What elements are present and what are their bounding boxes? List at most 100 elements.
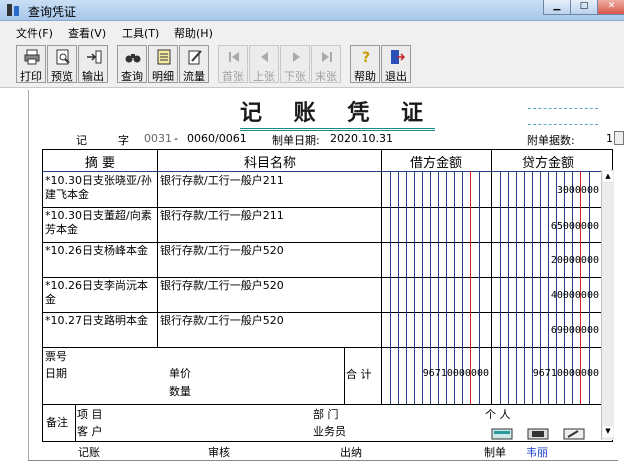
print-label: 打印 bbox=[20, 70, 42, 83]
col-summary: 摘 要 bbox=[84, 156, 116, 171]
row-3-account[interactable]: 银行存款/工行一般户520 bbox=[160, 244, 380, 258]
row-2-credit[interactable]: 65000000 bbox=[493, 221, 599, 232]
printer-icon bbox=[24, 49, 40, 65]
row-2-summary[interactable]: *10.30日支董超/向素芳本金 bbox=[45, 209, 155, 237]
exit-label: 退出 bbox=[385, 70, 407, 83]
query-button[interactable]: 查询 bbox=[117, 45, 147, 83]
card-icon[interactable] bbox=[491, 428, 513, 440]
bottom-rule bbox=[28, 460, 618, 461]
review-label: 审核 bbox=[208, 446, 230, 459]
last-icon bbox=[322, 52, 332, 62]
maximize-icon: □ bbox=[579, 1, 589, 11]
title-bar bbox=[0, 0, 624, 21]
voucher-grid: 摘 要 科目名称 借方金额 贷方金额 *10.30日支张晓亚/孙建飞本金 银行存… bbox=[42, 149, 613, 442]
close-icon: ✕ bbox=[607, 1, 616, 11]
menu-view[interactable]: 查看(V) bbox=[68, 25, 106, 41]
row-5-account[interactable]: 银行存款/工行一般户520 bbox=[160, 314, 380, 328]
ticket-label: 票号 bbox=[45, 350, 67, 363]
salesman-label: 业务员 bbox=[313, 425, 346, 438]
minimize-icon: ▁ bbox=[553, 1, 561, 11]
vertical-scrollbar[interactable]: ▲ ▼ bbox=[601, 170, 614, 440]
attach-count[interactable]: 1 bbox=[606, 132, 613, 145]
next-label: 下张 bbox=[284, 70, 306, 83]
prev-button[interactable]: 上张 bbox=[249, 45, 279, 83]
row-5-credit[interactable]: 69000000 bbox=[493, 325, 599, 336]
help-icon: ? bbox=[362, 50, 370, 65]
binoculars-icon bbox=[125, 54, 141, 63]
notes-label: 备注 bbox=[46, 416, 68, 429]
export-button[interactable]: 输出 bbox=[78, 45, 108, 83]
col-credit: 贷方金额 bbox=[521, 156, 574, 171]
row-rule bbox=[43, 242, 602, 243]
row-rule bbox=[43, 207, 602, 208]
attach-scroll-handle[interactable] bbox=[614, 131, 624, 145]
exit-button[interactable]: 退出 bbox=[381, 45, 411, 83]
voucher-page: 0060/0061 bbox=[187, 132, 247, 145]
tool-icon[interactable] bbox=[563, 428, 585, 440]
debit-credit-divider bbox=[491, 150, 492, 404]
menu-file[interactable]: 文件(F) bbox=[16, 25, 53, 41]
last-button[interactable]: 末张 bbox=[311, 45, 341, 83]
reader-icon[interactable] bbox=[527, 428, 549, 440]
export-icon bbox=[87, 50, 102, 64]
dash-line-top bbox=[528, 108, 598, 109]
unit-price-label: 单价 bbox=[169, 367, 191, 380]
voucher-dash: - bbox=[174, 132, 178, 145]
voucher-title: 记 账 凭 证 bbox=[240, 95, 435, 131]
toolbar: 打印 预览 输出 查询 明细 流量 首张 上张 下张 末张 ? 帮助 退出 bbox=[0, 41, 624, 88]
row-3-summary[interactable]: *10.26日支杨峰本金 bbox=[45, 244, 155, 258]
attach-label: 附单据数: bbox=[527, 134, 575, 147]
prev-icon bbox=[261, 52, 268, 62]
maker-name: 韦丽 bbox=[526, 446, 548, 459]
row-1-credit[interactable]: 3000000 bbox=[493, 185, 599, 196]
total-label: 合 计 bbox=[346, 368, 372, 381]
left-frame-line bbox=[28, 90, 29, 460]
app-icon bbox=[7, 4, 19, 16]
first-icon bbox=[229, 52, 239, 62]
minimize-button[interactable]: ▁ bbox=[543, 0, 571, 15]
scroll-down-icon[interactable]: ▼ bbox=[603, 426, 613, 437]
maximize-button[interactable]: □ bbox=[570, 0, 598, 15]
help-label: 帮助 bbox=[354, 70, 376, 83]
scroll-up-icon[interactable]: ▲ bbox=[603, 171, 613, 182]
close-button[interactable]: ✕ bbox=[597, 0, 624, 15]
flow-button[interactable]: 流量 bbox=[179, 45, 209, 83]
row-4-credit[interactable]: 40000000 bbox=[493, 290, 599, 301]
col-account: 科目名称 bbox=[243, 156, 296, 171]
quantity-label: 数量 bbox=[169, 385, 191, 398]
detail-button[interactable]: 明细 bbox=[148, 45, 178, 83]
row-1-account[interactable]: 银行存款/工行一般户211 bbox=[160, 174, 380, 188]
help-button[interactable]: ? 帮助 bbox=[350, 45, 380, 83]
menu-tools[interactable]: 工具(T) bbox=[122, 25, 159, 41]
row-rule bbox=[43, 347, 602, 348]
next-icon bbox=[293, 52, 300, 62]
row-4-account[interactable]: 银行存款/工行一般户520 bbox=[160, 279, 380, 293]
prev-label: 上张 bbox=[253, 70, 275, 83]
print-button[interactable]: 打印 bbox=[16, 45, 46, 83]
row-rule bbox=[43, 312, 602, 313]
detail-icon bbox=[157, 49, 171, 65]
flow-label: 流量 bbox=[183, 70, 205, 83]
department-label: 部 门 bbox=[313, 408, 339, 421]
query-label: 查询 bbox=[121, 70, 143, 83]
flow-icon bbox=[188, 50, 202, 65]
first-button[interactable]: 首张 bbox=[218, 45, 248, 83]
menu-help[interactable]: 帮助(H) bbox=[174, 25, 213, 41]
voucher-number[interactable]: 0031 bbox=[144, 132, 172, 145]
voucher-date[interactable]: 2020.10.31 bbox=[330, 132, 393, 145]
customer-label: 客 户 bbox=[77, 425, 103, 438]
bookkeeping-label: 记账 bbox=[78, 446, 100, 459]
ticket-date-label: 日期 bbox=[45, 367, 67, 380]
row-4-summary[interactable]: *10.26日支李尚沅本金 bbox=[45, 279, 155, 307]
row-3-credit[interactable]: 20000000 bbox=[493, 255, 599, 266]
row-5-summary[interactable]: *10.27日支路明本金 bbox=[45, 314, 155, 328]
project-label: 项 目 bbox=[77, 408, 103, 421]
preview-button[interactable]: 预览 bbox=[47, 45, 77, 83]
row-1-summary[interactable]: *10.30日支张晓亚/孙建飞本金 bbox=[45, 174, 155, 202]
credit-total: 96710000000 bbox=[532, 368, 599, 379]
header-rule bbox=[43, 171, 602, 172]
window-title: 查询凭证 bbox=[28, 5, 77, 19]
notes-divider bbox=[75, 404, 76, 442]
row-2-account[interactable]: 银行存款/工行一般户211 bbox=[160, 209, 380, 223]
next-button[interactable]: 下张 bbox=[280, 45, 310, 83]
